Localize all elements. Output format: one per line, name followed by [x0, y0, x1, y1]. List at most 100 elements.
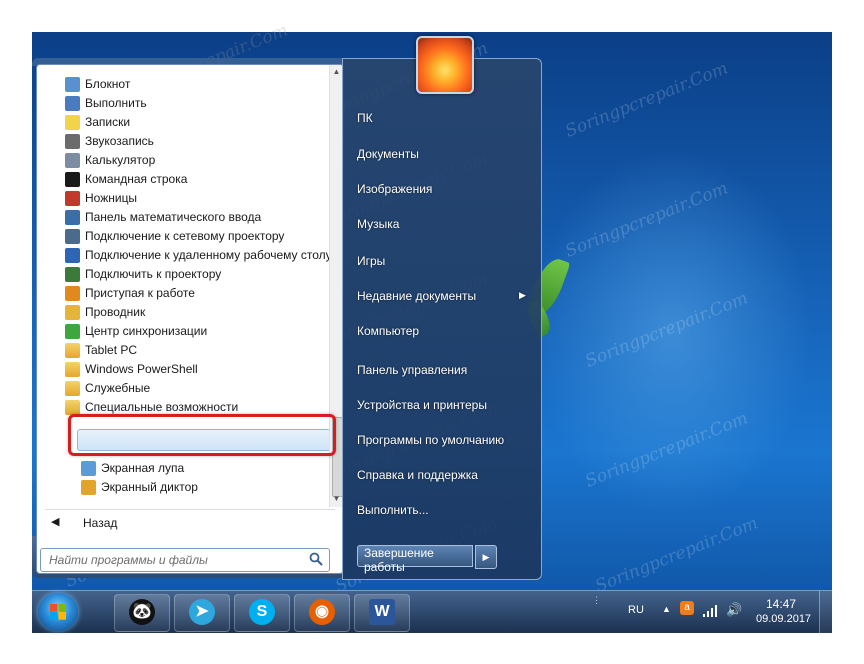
- explorer-folder-icon: [65, 305, 80, 320]
- taskbar-button[interactable]: W: [354, 594, 410, 632]
- places-item-label: Выполнить...: [357, 503, 429, 517]
- program-item[interactable]: Специальные возможности: [37, 398, 329, 417]
- folder-icon: [65, 400, 80, 415]
- scroll-down-arrow[interactable]: ▼: [332, 493, 341, 505]
- places-item[interactable]: Устройства и принтеры: [357, 398, 487, 412]
- places-item-label: Программы по умолчанию: [357, 433, 505, 447]
- program-item[interactable]: Центр синхронизации: [37, 322, 329, 341]
- back-arrow-icon: ◀: [51, 516, 60, 528]
- places-item-label: Компьютер: [357, 324, 420, 338]
- program-item[interactable]: Панель математического ввода: [37, 208, 329, 227]
- program-item[interactable]: Приступая к работе: [37, 284, 329, 303]
- folder-icon: [65, 343, 80, 358]
- skype-icon: S: [249, 599, 275, 625]
- program-label: Ножницы: [85, 191, 138, 205]
- places-item-label: Недавние документы: [357, 289, 477, 303]
- taskbar-button[interactable]: S: [234, 594, 290, 632]
- places-item[interactable]: ПК: [357, 111, 373, 125]
- program-item[interactable]: Tablet PC: [37, 341, 329, 360]
- accessibility-item[interactable]: Экранная лупа: [37, 459, 329, 478]
- program-label: Выполнить: [85, 96, 147, 110]
- program-label: Записки: [85, 115, 131, 129]
- back-label: Назад: [83, 516, 118, 530]
- program-item[interactable]: Подключение к удаленному рабочему столу: [37, 246, 332, 265]
- network-signal-icon[interactable]: [702, 604, 718, 618]
- places-item[interactable]: Справка и поддержка: [357, 468, 478, 482]
- network-projector-icon: [65, 229, 80, 244]
- places-item[interactable]: Панель управления: [357, 363, 467, 377]
- program-item[interactable]: Записки: [37, 113, 329, 132]
- show-desktop-button[interactable]: [819, 591, 832, 633]
- shutdown-button[interactable]: Завершение работы: [357, 545, 473, 574]
- program-item[interactable]: Выполнить: [37, 94, 329, 113]
- places-pane: ПК Документы Изображения Музыка Игры Недавние…: [342, 58, 542, 580]
- antivirus-tray-icon[interactable]: a: [680, 601, 694, 615]
- places-item-label: Документы: [357, 147, 419, 161]
- program-item[interactable]: Подключение к сетевому проектору: [37, 227, 329, 246]
- show-hidden-icons-icon[interactable]: ▲: [662, 604, 671, 614]
- taskbar-button[interactable]: ➤: [174, 594, 230, 632]
- program-item[interactable]: Проводник: [37, 303, 329, 322]
- places-item[interactable]: Программы по умолчанию: [357, 433, 504, 447]
- system-tray: ⋮ RU ▲ a 🔊 14:47 09.09.2017: [592, 591, 832, 633]
- program-label: Специальные возможности: [85, 400, 239, 414]
- places-item[interactable]: Музыка: [357, 217, 399, 231]
- places-item[interactable]: Изображения: [357, 182, 432, 196]
- places-item[interactable]: Игры: [357, 254, 385, 268]
- search-input[interactable]: [47, 552, 301, 568]
- program-item[interactable]: Командная строка: [37, 170, 329, 189]
- program-label: Калькулятор: [85, 153, 156, 167]
- places-item-label: Устройства и принтеры: [357, 398, 487, 412]
- panda-app-icon: 🐼: [129, 599, 155, 625]
- accessibility-item[interactable]: Экранный диктор: [37, 478, 329, 497]
- places-item[interactable]: Выполнить...: [357, 503, 429, 517]
- narrator-icon: [81, 480, 96, 495]
- places-item[interactable]: Документы: [357, 147, 419, 161]
- back-button[interactable]: ◀ Назад: [37, 512, 343, 534]
- program-label: Командная строка: [85, 172, 188, 186]
- math-input-icon: [65, 210, 80, 225]
- program-label: Блокнот: [85, 77, 131, 91]
- program-item[interactable]: Звукозапись: [37, 132, 329, 151]
- program-label: Tablet PC: [85, 343, 138, 357]
- tray-grip-icon: ⋮: [592, 595, 601, 605]
- program-label: Звукозапись: [85, 134, 154, 148]
- submenu-arrow-icon: ▶: [519, 290, 526, 300]
- places-item-label: Игры: [357, 254, 386, 268]
- start-button[interactable]: [38, 593, 78, 631]
- program-item[interactable]: Блокнот: [37, 75, 329, 94]
- scissors-icon: [65, 191, 80, 206]
- language-indicator[interactable]: RU: [628, 604, 644, 616]
- program-label: Windows PowerShell: [85, 362, 198, 376]
- places-item[interactable]: Компьютер: [357, 324, 419, 338]
- volume-icon[interactable]: 🔊: [726, 602, 742, 618]
- places-item-label: Музыка: [357, 217, 400, 231]
- taskbar-button[interactable]: 🐼: [114, 594, 170, 632]
- program-item[interactable]: Windows PowerShell: [37, 360, 329, 379]
- program-label: Экранная лупа: [101, 461, 185, 475]
- program-item[interactable]: Служебные: [37, 379, 329, 398]
- calculator-icon: [65, 153, 80, 168]
- places-item-label: ПК: [357, 111, 373, 125]
- program-item[interactable]: Калькулятор: [37, 151, 329, 170]
- taskbar-button[interactable]: ◉: [294, 594, 350, 632]
- clock-time[interactable]: 14:47: [766, 597, 796, 611]
- search-box[interactable]: [40, 548, 330, 572]
- scroll-up-arrow[interactable]: ▲: [332, 66, 341, 78]
- run-icon: [65, 96, 80, 111]
- microphone-icon: [65, 134, 80, 149]
- places-item-label: Панель управления: [357, 363, 468, 377]
- shutdown-options-arrow-icon[interactable]: ▶: [475, 545, 497, 569]
- user-picture[interactable]: [416, 36, 474, 94]
- places-item[interactable]: Недавние документы ▶: [357, 289, 526, 303]
- program-item[interactable]: Ножницы: [37, 189, 329, 208]
- search-icon[interactable]: [309, 552, 323, 566]
- folder-icon: [65, 381, 80, 396]
- command-prompt-icon: [65, 172, 80, 187]
- program-label: Приступая к работе: [85, 286, 195, 300]
- program-label: Панель математического ввода: [85, 210, 262, 224]
- start-menu: Блокнот Выполнить Записки Звукозапись Кальку…: [32, 36, 542, 580]
- clock-date[interactable]: 09.09.2017: [756, 613, 811, 625]
- program-item[interactable]: Подключить к проектору: [37, 265, 329, 284]
- program-label: Служебные: [85, 381, 151, 395]
